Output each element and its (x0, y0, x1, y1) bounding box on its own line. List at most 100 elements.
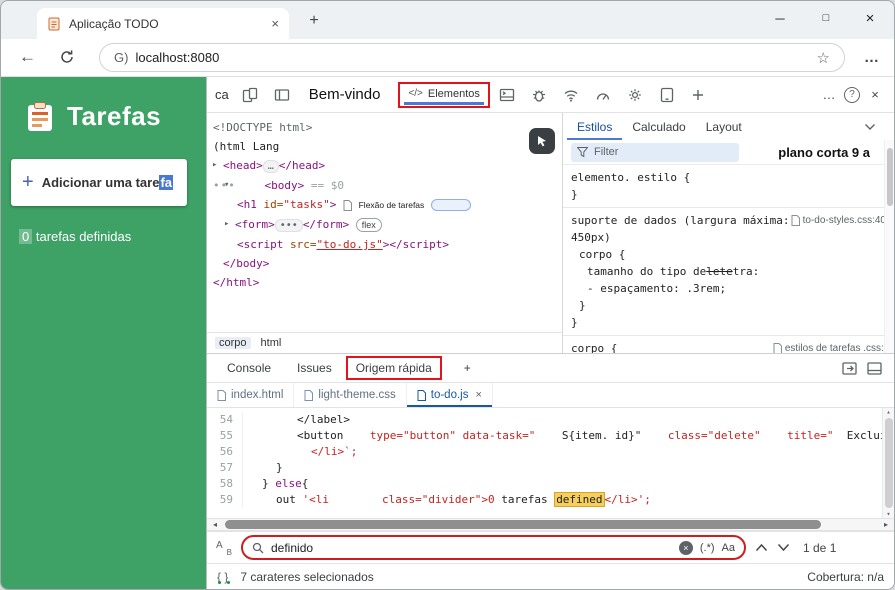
scroll-right-icon[interactable]: ▸ (878, 520, 894, 529)
tab-computed[interactable]: Calculado (622, 114, 695, 140)
styles-rules[interactable]: elemento. estilo { } suporte de dados (l… (563, 165, 894, 353)
browser-toolbar: ← G) localhost:8080 ☆ … (1, 39, 894, 77)
inspect-cursor-icon[interactable] (529, 128, 555, 154)
browser-menu-icon[interactable]: … (864, 49, 880, 66)
tab-elements[interactable]: </> Elementos (398, 82, 489, 108)
expand-arrow-icon[interactable]: ▸ (212, 156, 217, 175)
tab-layout[interactable]: Layout (696, 114, 752, 140)
file-tab-to-do-js[interactable]: to-do.js× (407, 383, 493, 407)
styles-pane: Estilos Calculado Layout Filter plano co… (563, 113, 894, 353)
back-button[interactable]: ← (19, 47, 36, 67)
maximize-window-button[interactable]: □ (804, 1, 848, 35)
tree-line-script[interactable]: <script src="to-do.js"></script> (207, 235, 562, 254)
task-count: 0 tarefas definidas (19, 229, 131, 244)
search-field[interactable]: × (.*) Aa (241, 535, 746, 560)
collapsed-content-button[interactable]: … (263, 160, 279, 173)
tab-issues[interactable]: Issues (285, 355, 344, 381)
vertical-scrollbar[interactable]: ▴▾ (882, 408, 894, 518)
dock-side-icon[interactable] (274, 87, 290, 103)
new-tab-button[interactable]: + (303, 10, 325, 32)
clear-search-icon[interactable]: × (679, 541, 693, 555)
chevron-down-icon[interactable] (864, 123, 876, 131)
file-tab-index-html[interactable]: index.html (207, 383, 294, 407)
console-drawer-icon[interactable] (499, 87, 515, 103)
flex-badge[interactable] (431, 199, 471, 211)
stylesheet-link[interactable]: estilos de tarefas .css:l (773, 340, 886, 353)
add-task-button[interactable]: + Adicionar uma tarefa (11, 159, 187, 206)
scrollbar-thumb[interactable] (225, 520, 821, 529)
pretty-print-icon[interactable]: { } (217, 570, 230, 584)
bug-icon[interactable] (531, 87, 547, 103)
network-wifi-icon[interactable] (563, 87, 579, 103)
inspect-label[interactable]: ca (215, 87, 229, 102)
match-letters-icon[interactable]: AB (216, 540, 232, 556)
more-menu-icon[interactable]: … (818, 87, 840, 102)
search-input[interactable] (271, 541, 672, 555)
close-window-button[interactable]: × (848, 1, 892, 35)
close-devtools-icon[interactable]: × (864, 87, 886, 102)
file-icon (773, 343, 782, 353)
tree-line-h1[interactable]: <h1 id="tasks"> Flexão de tarefas (207, 195, 562, 215)
script-src-link[interactable]: "to-do.js" (316, 238, 382, 251)
todo-app-panel: Tarefas + Adicionar uma tarefa 0 tarefas… (1, 77, 206, 589)
address-bar[interactable]: G) localhost:8080 ☆ (99, 43, 845, 72)
match-case-toggle[interactable]: Aa (722, 542, 735, 554)
horizontal-scrollbar[interactable]: ◂ ▸ (207, 518, 894, 531)
device-toolbar-icon[interactable] (242, 87, 258, 103)
expand-arrow-icon[interactable]: ▸ (224, 215, 229, 234)
close-tab-icon[interactable]: × (271, 16, 279, 31)
add-task-label: Adicionar uma tarefa (42, 175, 173, 190)
tab-favicon-icon (47, 17, 61, 31)
dom-tree[interactable]: <!DOCTYPE html> (html Lang ▸<head>…</hea… (207, 113, 562, 332)
tree-line-body[interactable]: ••• ▾<body> == $0 (207, 176, 562, 195)
regex-toggle[interactable]: (.*) (700, 542, 715, 554)
dock-drawer-icon[interactable] (842, 362, 857, 375)
tab-styles[interactable]: Estilos (567, 114, 622, 140)
styles-filter-input[interactable]: Filter (571, 143, 739, 162)
breadcrumb-html[interactable]: html (261, 337, 282, 349)
refresh-button[interactable] (59, 49, 75, 65)
tab-console[interactable]: Console (215, 355, 283, 381)
add-panel-icon[interactable] (691, 88, 705, 102)
performance-gauge-icon[interactable] (595, 87, 611, 103)
tab-quick-source[interactable]: Origem rápida (346, 356, 442, 380)
code-brackets-icon: </> (408, 88, 422, 99)
device-emulation-icon[interactable] (659, 87, 675, 103)
next-match-icon[interactable] (777, 543, 790, 552)
scroll-down-icon[interactable]: ▾ (886, 510, 890, 518)
scroll-left-icon[interactable]: ◂ (207, 520, 223, 529)
tab-welcome[interactable]: Bem-vindo (299, 86, 391, 103)
collapse-arrow-icon[interactable]: ▾ (224, 176, 229, 195)
file-tab-light-theme-css[interactable]: light-theme.css (294, 383, 406, 407)
collapsed-content-button[interactable]: ••• (275, 219, 303, 232)
styles-scrollbar[interactable] (884, 140, 894, 353)
minimize-window-button[interactable]: ─ (758, 1, 802, 35)
code-line: 56</li>`; (207, 444, 894, 460)
settings-gear-icon[interactable] (627, 87, 643, 103)
stylesheet-link[interactable]: to-do-styles.css:40 (791, 212, 886, 229)
previous-match-icon[interactable] (755, 543, 768, 552)
tree-line-body-close[interactable]: </body> (207, 254, 562, 273)
close-file-icon[interactable]: × (475, 389, 481, 401)
search-match-highlight: defined (554, 492, 604, 507)
tree-line-head[interactable]: ▸<head>…</head> (207, 156, 562, 176)
add-drawer-tab-button[interactable]: + (452, 355, 483, 381)
site-info-icon[interactable]: G) (114, 50, 128, 65)
match-count: 1 de 1 (803, 541, 836, 555)
browser-tab[interactable]: Aplicação TODO × (37, 8, 289, 39)
help-icon[interactable]: ? (844, 87, 860, 103)
favorite-star-icon[interactable]: ☆ (817, 49, 830, 67)
badge-doc-icon (343, 200, 352, 211)
styles-tabbar: Estilos Calculado Layout (563, 113, 894, 140)
scroll-up-icon[interactable]: ▴ (886, 408, 890, 416)
code-editor[interactable]: 54</label> 55<button type="button" data-… (207, 408, 894, 518)
tree-line-html-close[interactable]: </html> (207, 273, 562, 292)
flex-badge[interactable]: flex (356, 218, 382, 232)
breadcrumb-body[interactable]: corpo (215, 337, 251, 349)
tree-line-doctype[interactable]: <!DOCTYPE html> (207, 118, 562, 137)
pseudo-class-toolbar[interactable]: plano corta 9 a (778, 145, 886, 160)
css-property: tamanho do tipo deletetra: (571, 263, 886, 280)
tree-line-form[interactable]: ▸<form>•••</form> flex (207, 215, 562, 235)
expand-drawer-icon[interactable] (867, 362, 882, 375)
tree-line-html[interactable]: (html Lang (207, 137, 562, 156)
